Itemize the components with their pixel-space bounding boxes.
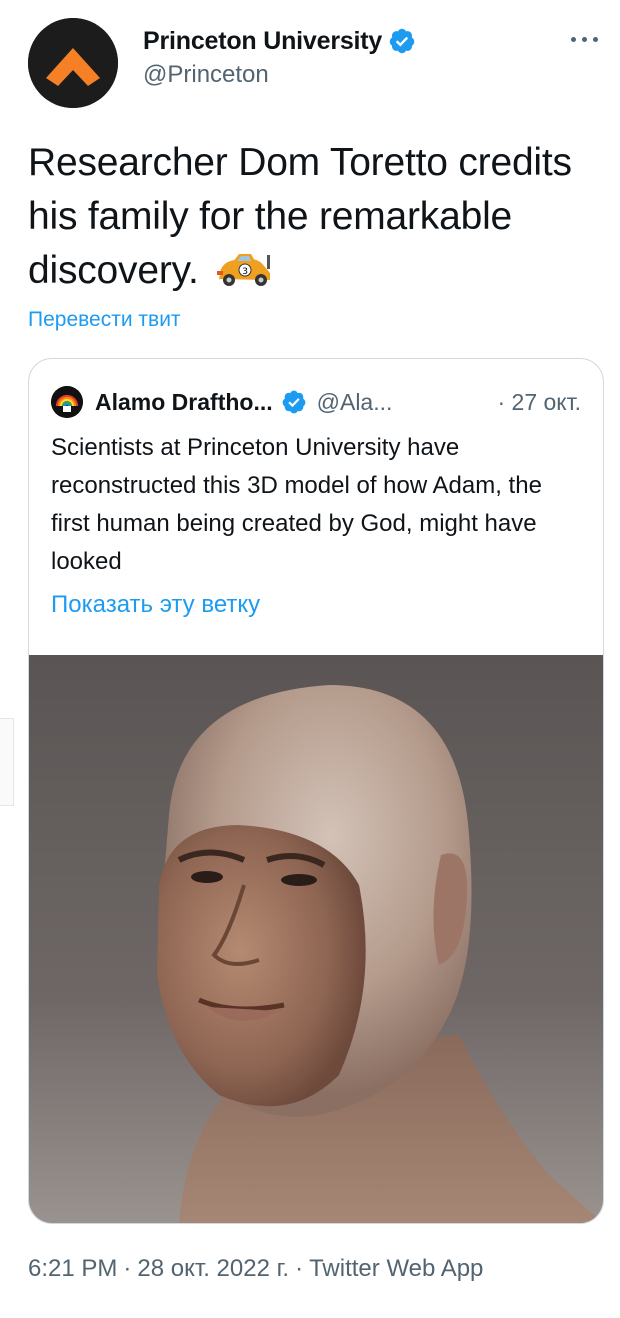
more-dot xyxy=(571,36,576,42)
quoted-tweet-media[interactable] xyxy=(29,655,603,1223)
tweet-text: Researcher Dom Toretto credits his famil… xyxy=(28,136,588,298)
quoted-tweet-header: Alamo Draftho... @Ala... · 27 окт. xyxy=(51,385,581,419)
quoted-tweet-text: Scientists at Princeton University have … xyxy=(51,434,542,575)
tweet-time[interactable]: 6:21 PM xyxy=(28,1255,117,1282)
quoted-author-display-name: Alamo Draftho... xyxy=(95,388,273,415)
verified-badge-icon xyxy=(282,390,305,414)
author-display-name[interactable]: Princeton University xyxy=(143,27,382,56)
quoted-tweet-card[interactable]: Alamo Draftho... @Ala... · 27 окт. Scien… xyxy=(28,358,604,1224)
tweet-header: Princeton University @Princeton xyxy=(28,18,598,108)
more-options-icon[interactable] xyxy=(558,26,598,52)
side-panel-edge xyxy=(0,718,14,806)
tweet-date[interactable]: 28 окт. 2022 г. xyxy=(137,1255,289,1282)
race-car-icon: 3 xyxy=(217,254,271,286)
alamo-rainbow-logo-icon xyxy=(51,386,83,418)
tweet-footer: 6:21 PM · 28 окт. 2022 г. · Twitter Web App xyxy=(28,1255,483,1283)
translate-tweet-link[interactable]: Перевести твит xyxy=(28,308,181,332)
quoted-tweet-date: · 27 окт. xyxy=(497,388,581,415)
footer-separator: · xyxy=(295,1255,304,1282)
3d-head-render-image xyxy=(29,655,603,1223)
tweet-text-content: Researcher Dom Toretto credits his famil… xyxy=(28,141,572,292)
quoted-author-handle: @Ala... xyxy=(316,388,393,415)
author-handle[interactable]: @Princeton xyxy=(143,61,416,89)
display-name-row: Princeton University xyxy=(143,23,416,59)
tweet-source[interactable]: Twitter Web App xyxy=(309,1255,483,1282)
verified-badge-icon xyxy=(389,28,415,54)
show-thread-link[interactable]: Показать эту ветку xyxy=(51,591,260,619)
quoted-author-avatar xyxy=(51,386,83,418)
author-avatar[interactable] xyxy=(28,18,118,108)
footer-separator: · xyxy=(123,1255,132,1282)
more-dot xyxy=(593,36,598,42)
svg-text:3: 3 xyxy=(243,267,249,277)
author-names: Princeton University @Princeton xyxy=(143,23,416,89)
princeton-chevron-logo-icon xyxy=(28,18,118,108)
more-dot xyxy=(582,36,587,42)
